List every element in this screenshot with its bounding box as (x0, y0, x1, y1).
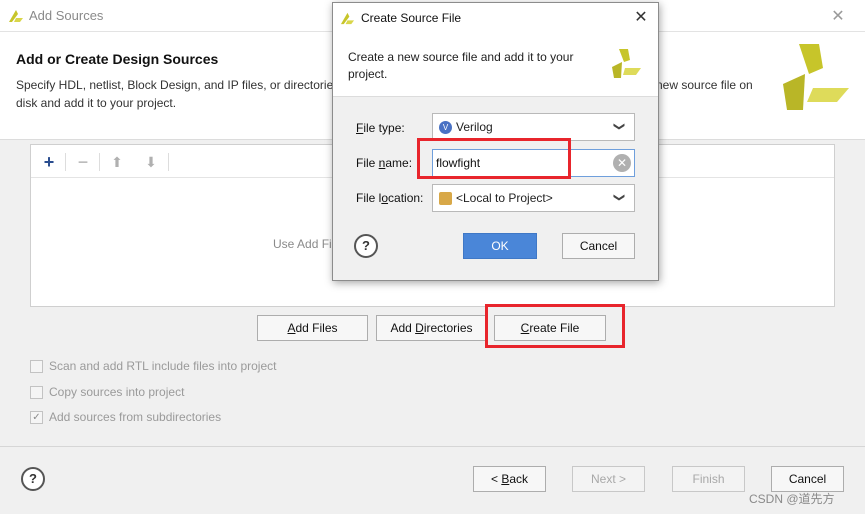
vivado-large-logo-icon (783, 44, 849, 110)
dialog-title: Create Source File (361, 11, 462, 25)
dialog-close-icon[interactable]: ✕ (631, 7, 651, 27)
chevron-down-icon: ❯ (612, 192, 625, 203)
folder-icon (439, 191, 452, 205)
back-button[interactable]: < Back (473, 466, 546, 492)
finish-button[interactable]: Finish (672, 466, 745, 492)
add-subdirs-label: Add sources from subdirectories (49, 410, 222, 424)
copy-sources-option[interactable]: Copy sources into project (30, 384, 184, 400)
chevron-down-icon: ❯ (612, 121, 625, 132)
toolbar-separator (65, 153, 66, 171)
page-title: Add or Create Design Sources (16, 51, 219, 67)
file-type-value: Verilog (456, 120, 493, 134)
dialog-cancel-button[interactable]: Cancel (562, 233, 635, 259)
copy-sources-checkbox[interactable] (30, 385, 43, 399)
file-location-value: <Local to Project> (456, 191, 553, 205)
help-icon[interactable]: ? (21, 467, 45, 491)
file-location-label-text: cation: (388, 191, 424, 205)
file-location-label: File location: (356, 191, 423, 205)
move-up-icon[interactable]: ⬆ (105, 151, 129, 173)
create-file-highlight-box (485, 304, 625, 348)
file-location-label-pre: File l (356, 191, 382, 205)
back-label-pre: < (490, 472, 502, 486)
window-close-icon[interactable]: ✕ (828, 6, 848, 26)
cancel-button[interactable]: Cancel (771, 466, 844, 492)
add-dirs-mnemonic: D (415, 321, 424, 335)
dialog-description: Create a new source file and add it to y… (348, 50, 574, 81)
desc-line-1: Specify HDL, netlist, Block Design, and … (16, 78, 334, 92)
add-icon[interactable]: + (37, 151, 61, 173)
file-location-select[interactable]: <Local to Project> ❯ (432, 184, 635, 212)
desc-right-fragment: new source file on (656, 78, 753, 92)
watermark-text: CSDN @道先方 (749, 492, 835, 506)
move-down-icon[interactable]: ⬇ (139, 151, 163, 173)
dialog-header: Create a new source file and add it to y… (333, 33, 658, 97)
add-directories-button[interactable]: Add Directories (376, 315, 487, 341)
remove-icon[interactable]: − (71, 151, 95, 173)
copy-sources-label: Copy sources into project (49, 385, 185, 399)
clear-icon[interactable]: ✕ (613, 154, 631, 172)
dialog-help-icon[interactable]: ? (354, 234, 378, 258)
back-label: ack (509, 472, 529, 486)
vivado-logo-icon (9, 10, 23, 22)
file-name-label-text: ame: (385, 156, 413, 170)
dialog-title-bar: Create Source File ✕ (333, 3, 658, 33)
file-type-select[interactable]: V Verilog ❯ (432, 113, 635, 141)
desc-line-2: disk and add it to your project. (16, 96, 177, 110)
next-button[interactable]: Next > (572, 466, 645, 492)
toolbar-separator (168, 153, 169, 171)
add-subdirs-option[interactable]: ✓ Add sources from subdirectories (30, 409, 221, 425)
ok-button[interactable]: OK (463, 233, 537, 259)
vivado-logo-icon (340, 12, 355, 25)
scan-rtl-option[interactable]: Scan and add RTL include files into proj… (30, 358, 276, 374)
scan-rtl-checkbox[interactable] (30, 359, 43, 373)
toolbar-separator (99, 153, 100, 171)
add-files-button[interactable]: Add Files (257, 315, 368, 341)
file-type-label: File type: (356, 121, 405, 135)
add-files-label: dd Files (295, 321, 338, 335)
add-dirs-label-pre: Add (390, 321, 416, 335)
add-dirs-label: irectories (423, 321, 473, 335)
file-name-label: File name: (356, 156, 412, 170)
vivado-logo-icon (612, 49, 641, 78)
page-description: Specify HDL, netlist, Block Design, and … (16, 76, 333, 112)
window-title: Add Sources (29, 8, 104, 23)
add-subdirs-checkbox[interactable]: ✓ (30, 410, 43, 424)
file-type-label-text: ile type: (363, 121, 405, 135)
scan-rtl-label: Scan and add RTL include files into proj… (49, 359, 277, 373)
file-name-highlight-box (417, 138, 571, 179)
empty-list-hint: Use Add Fi (273, 237, 332, 251)
file-name-label-pre: File (356, 156, 379, 170)
verilog-icon: V (439, 120, 452, 134)
